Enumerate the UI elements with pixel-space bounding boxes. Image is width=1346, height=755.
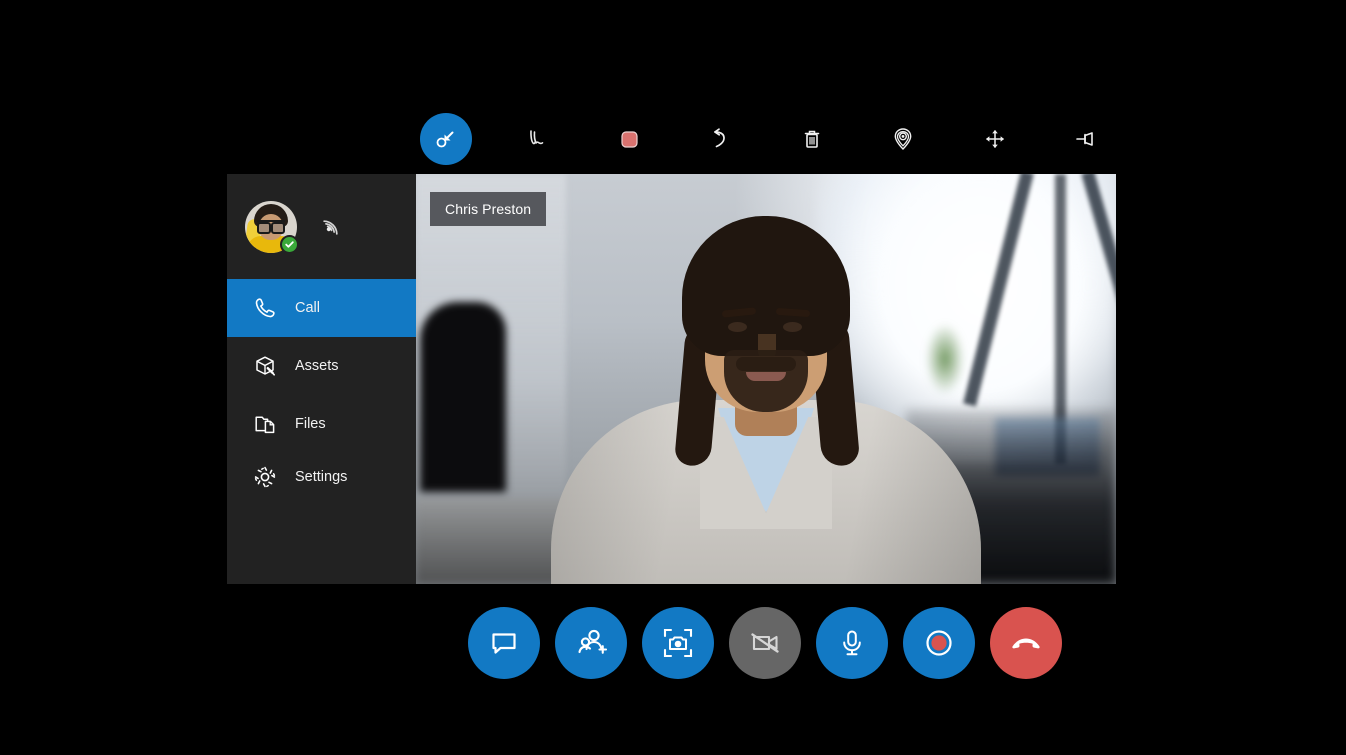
pushpin-icon [1076,132,1093,146]
sidebar-item-label: Files [295,416,326,432]
video-feed[interactable]: Chris Preston [416,174,1116,584]
participant-portrait [416,174,1116,584]
sidebar-item-label: Assets [295,358,339,374]
app-root: Call Assets Files Settings Chris Preston [0,0,1346,755]
annotation-toolbar [416,112,1116,166]
end-call-button[interactable] [990,607,1062,679]
trash-icon [804,130,819,148]
video-off-icon [751,633,779,653]
wifi-signal-icon [321,211,347,242]
snapshot-button[interactable] [642,607,714,679]
mic-button[interactable] [816,607,888,679]
record-icon [926,630,952,656]
chat-button[interactable] [468,607,540,679]
sidebar-item-files[interactable]: Files [227,395,416,453]
sidebar-item-assets[interactable]: Assets [227,337,416,395]
sidebar-item-call[interactable]: Call [227,279,416,337]
call-controls [468,607,1068,679]
undo-arrow-icon [714,128,726,148]
microphone-icon [843,630,861,656]
anchor-tool-button[interactable] [877,113,929,165]
arrow-tool-button[interactable] [420,113,472,165]
pen-scribble-icon [530,130,544,145]
camera-icon [663,628,693,658]
status-badge [280,234,299,254]
sidebar: Call Assets Files Settings [227,174,416,584]
sidebar-item-label: Call [295,300,320,316]
box-3d-icon [252,353,278,379]
move-tool-button[interactable] [969,113,1021,165]
ink-tool-button[interactable] [511,113,563,165]
check-icon [285,240,294,248]
hang-up-icon [1012,638,1040,649]
sidebar-item-settings[interactable]: Settings [227,453,416,511]
sidebar-item-label: Settings [295,469,348,485]
call-window: Call Assets Files Settings Chris Preston [227,174,1116,584]
phone-icon [252,295,278,321]
avatar[interactable] [245,200,299,254]
color-swatch-icon [621,131,638,148]
video-button[interactable] [729,607,801,679]
chat-bubble-icon [492,633,516,654]
pin-tool-button[interactable] [1060,113,1112,165]
add-person-icon [578,629,608,654]
participant-name-tag: Chris Preston [430,192,547,226]
record-button[interactable] [903,607,975,679]
delete-tool-button[interactable] [786,113,838,165]
gear-icon [252,464,278,490]
undo-tool-button[interactable] [694,113,746,165]
add-people-button[interactable] [555,607,627,679]
sidebar-nav: Call Assets Files Settings [227,279,416,511]
folder-icon [252,411,278,437]
arrow-target-icon [436,131,454,148]
video-scene [416,174,1116,584]
move-arrows-icon [985,130,1004,148]
location-pin-icon [894,128,912,150]
profile-row [227,174,416,279]
color-tool-button[interactable] [603,113,655,165]
